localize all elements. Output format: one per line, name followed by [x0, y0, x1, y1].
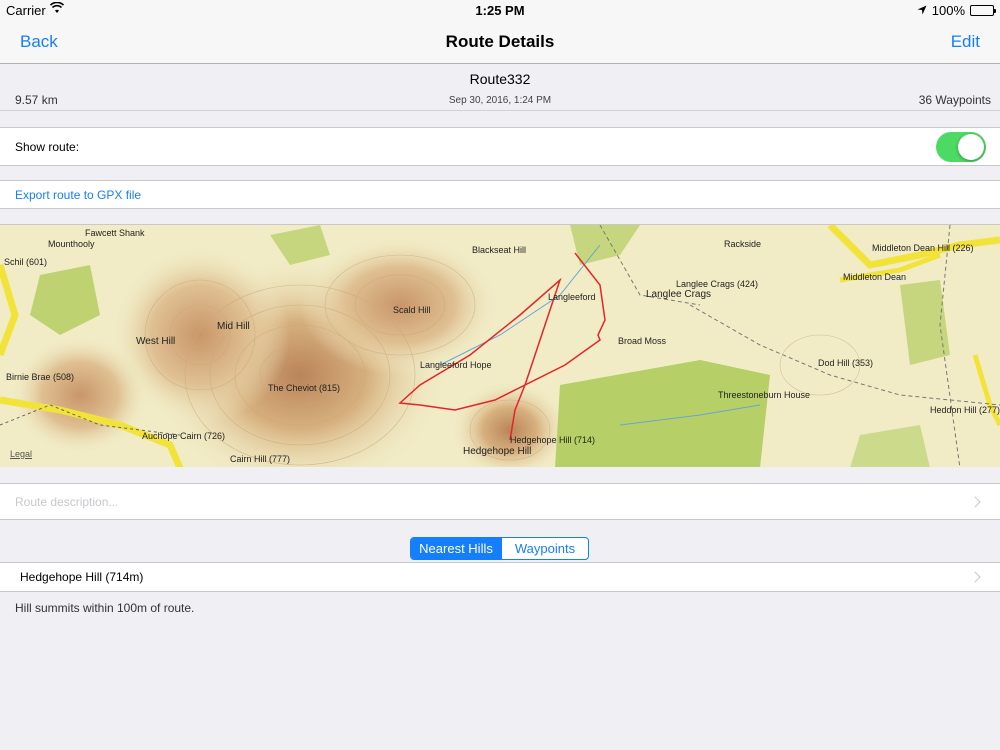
map-label: Auchope Cairn (726) — [142, 431, 226, 441]
export-row[interactable]: Export route to GPX file — [0, 180, 1000, 209]
route-map[interactable]: Fawcett Shank Mounthooly Schil (601) Wes… — [0, 224, 1000, 467]
show-route-switch[interactable] — [936, 132, 986, 162]
chevron-right-icon — [969, 571, 981, 583]
route-description-row[interactable]: Route description... — [0, 483, 1000, 520]
list-footnote: Hill summits within 100m of route. — [15, 601, 195, 615]
list-mode-segmented-control[interactable]: Nearest Hills Waypoints — [410, 537, 589, 560]
edit-button[interactable]: Edit — [951, 32, 980, 52]
location-arrow-icon — [917, 3, 927, 18]
map-label: Birnie Brae (508) — [6, 372, 75, 382]
map-label: Scald Hill — [393, 305, 431, 315]
battery-percent: 100% — [931, 3, 965, 18]
map-label: Threestoneburn House — [718, 390, 811, 400]
map-label: Blackseat Hill — [472, 245, 527, 255]
map-label: Mounthooly — [48, 239, 95, 249]
show-route-row: Show route: — [0, 127, 1000, 166]
map-label: Mid Hill — [217, 321, 250, 332]
chevron-right-icon — [969, 496, 981, 508]
map-label: Heddon Hill (277) — [930, 405, 1000, 415]
hill-name: Hedgehope Hill (714m) — [20, 570, 144, 584]
battery-icon — [970, 5, 996, 16]
status-time: 1:25 PM — [475, 3, 525, 18]
map-label: Langleeford Hope — [420, 360, 492, 370]
map-label: Hedgehope Hill — [463, 446, 532, 457]
map-label: West Hill — [136, 336, 176, 347]
map-label: Broad Moss — [618, 336, 667, 346]
map-label: Hedgehope Hill (714) — [510, 435, 596, 445]
segment-waypoints[interactable]: Waypoints — [501, 538, 588, 559]
route-date: Sep 30, 2016, 1:24 PM — [448, 95, 552, 106]
carrier-label: Carrier — [6, 3, 46, 18]
map-label: Cairn Hill (777) — [230, 454, 291, 464]
status-bar: Carrier 1:25 PM 100% — [0, 0, 1000, 20]
route-info: Route332 9.57 km Sep 30, 2016, 1:24 PM 3… — [0, 64, 1000, 111]
map-label: Langlee Crags — [646, 289, 712, 300]
map-label: Dod Hill (353) — [818, 358, 874, 368]
waypoint-count: 36 Waypoints — [918, 93, 991, 107]
map-legal-link[interactable]: Legal — [10, 449, 32, 459]
route-name: Route332 — [469, 71, 531, 87]
navigation-bar: Back Route Details Edit — [0, 20, 1000, 64]
back-button[interactable]: Back — [20, 32, 58, 52]
map-label: Rackside — [724, 239, 762, 249]
show-route-label: Show route: — [15, 140, 80, 154]
map-label: Fawcett Shank — [85, 228, 145, 238]
map-label: Schil (601) — [4, 257, 48, 267]
switch-knob[interactable] — [958, 134, 984, 160]
wifi-icon — [49, 1, 65, 17]
page-title: Route Details — [445, 32, 555, 51]
map-label: Middleton Dean — [843, 272, 907, 282]
list-item[interactable]: Hedgehope Hill (714m) — [0, 562, 1000, 592]
map-label: Langleeford — [548, 292, 596, 302]
route-distance: 9.57 km — [15, 93, 58, 107]
route-description-placeholder[interactable]: Route description... — [15, 495, 118, 509]
segment-nearest-hills[interactable]: Nearest Hills — [411, 538, 501, 559]
map-label: Langlee Crags (424) — [676, 279, 759, 289]
export-gpx-link[interactable]: Export route to GPX file — [15, 188, 141, 202]
map-label: The Cheviot (815) — [268, 383, 341, 393]
map-label: Middleton Dean Hill (226) — [872, 243, 974, 253]
